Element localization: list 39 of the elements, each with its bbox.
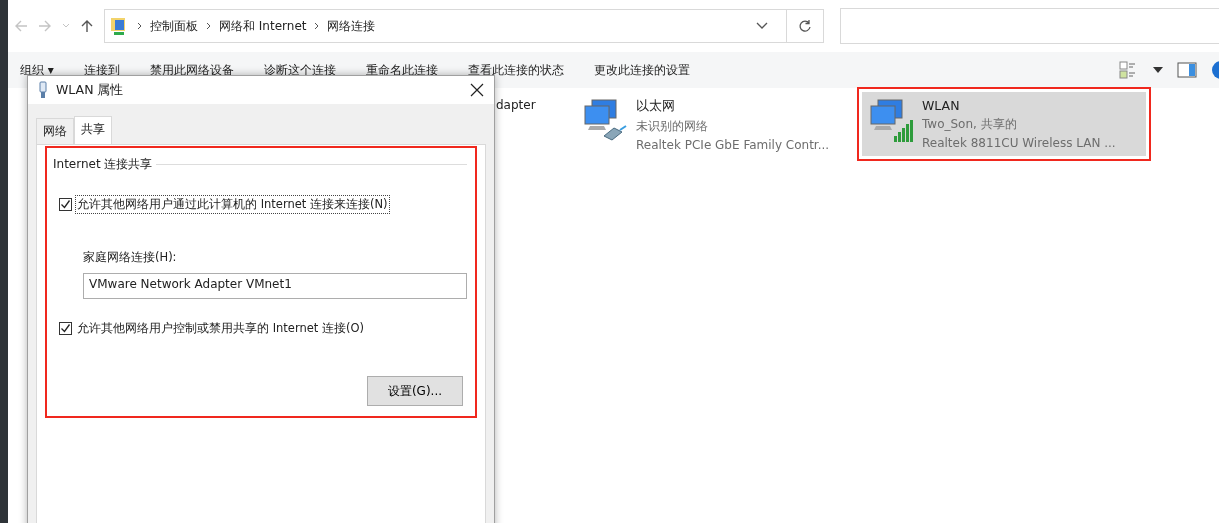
toolbar-button[interactable]: 更改此连接的设置	[593, 61, 704, 79]
close-icon[interactable]	[470, 83, 484, 97]
connection-item[interactable]: WLAN Two_Son, 共享的 Realtek 8811CU Wireless LAN ...	[862, 92, 1146, 156]
breadcrumb-item[interactable]: 网络和 Internet	[219, 17, 307, 35]
network-adapter-icon	[38, 81, 48, 99]
connection-status: Two_Son, 共享的	[922, 116, 1018, 133]
adapter-name: Realtek PCIe GbE Family Contr...	[636, 138, 830, 152]
checkbox[interactable]	[59, 322, 72, 335]
chevron-right-icon	[137, 22, 142, 30]
checkbox-label[interactable]: 允许其他网络用户通过此计算机的 Internet 连接来连接(N)	[75, 195, 390, 214]
caret-icon[interactable]	[1153, 67, 1163, 73]
connection-name: WLAN	[922, 98, 961, 113]
wireless-network-icon	[868, 96, 916, 144]
connection-item[interactable]: 以太网 未识别的网络 Realtek PCIe GbE Family Contr...	[576, 92, 848, 156]
tab[interactable]: 共享	[74, 116, 112, 144]
adapter-name: Realtek 8811CU Wireless LAN ...	[922, 136, 1116, 150]
refresh-icon	[798, 19, 812, 33]
connection-name: 以太网	[636, 98, 676, 115]
settings-button[interactable]: 设置(G)...	[367, 376, 463, 406]
preview-pane-icon[interactable]	[1177, 62, 1197, 78]
chevron-right-icon	[314, 22, 320, 30]
field-label: 家庭网络连接(H):	[83, 250, 178, 265]
checkbox[interactable]	[59, 198, 72, 211]
breadcrumb-item[interactable]: 控制面板	[150, 17, 198, 35]
help-icon[interactable]	[1211, 60, 1219, 80]
dialog-title: WLAN 属性	[56, 81, 124, 99]
tab[interactable]: 网络	[36, 118, 74, 144]
toolbar-button[interactable]: 查看此连接的状态	[467, 61, 578, 79]
address-bar[interactable]: 控制面板 网络和 Internet 网络连接	[104, 9, 824, 43]
chevron-down-icon[interactable]	[756, 22, 768, 30]
home-connection-field[interactable]: VMware Network Adapter VMnet1	[83, 273, 467, 299]
breadcrumb-item[interactable]: 网络连接	[327, 17, 376, 35]
group-title: Internet 连接共享	[53, 156, 153, 173]
connection-status: 未识别的网络	[636, 118, 709, 135]
chevron-right-icon	[206, 22, 211, 30]
toolbar-button[interactable]: 组织 ▾	[20, 61, 68, 79]
connection-name: dapter	[496, 98, 536, 112]
checkbox-label[interactable]: 允许其他网络用户控制或禁用共享的 Internet 连接(O)	[75, 319, 366, 338]
up-arrow-icon[interactable]	[80, 19, 94, 33]
